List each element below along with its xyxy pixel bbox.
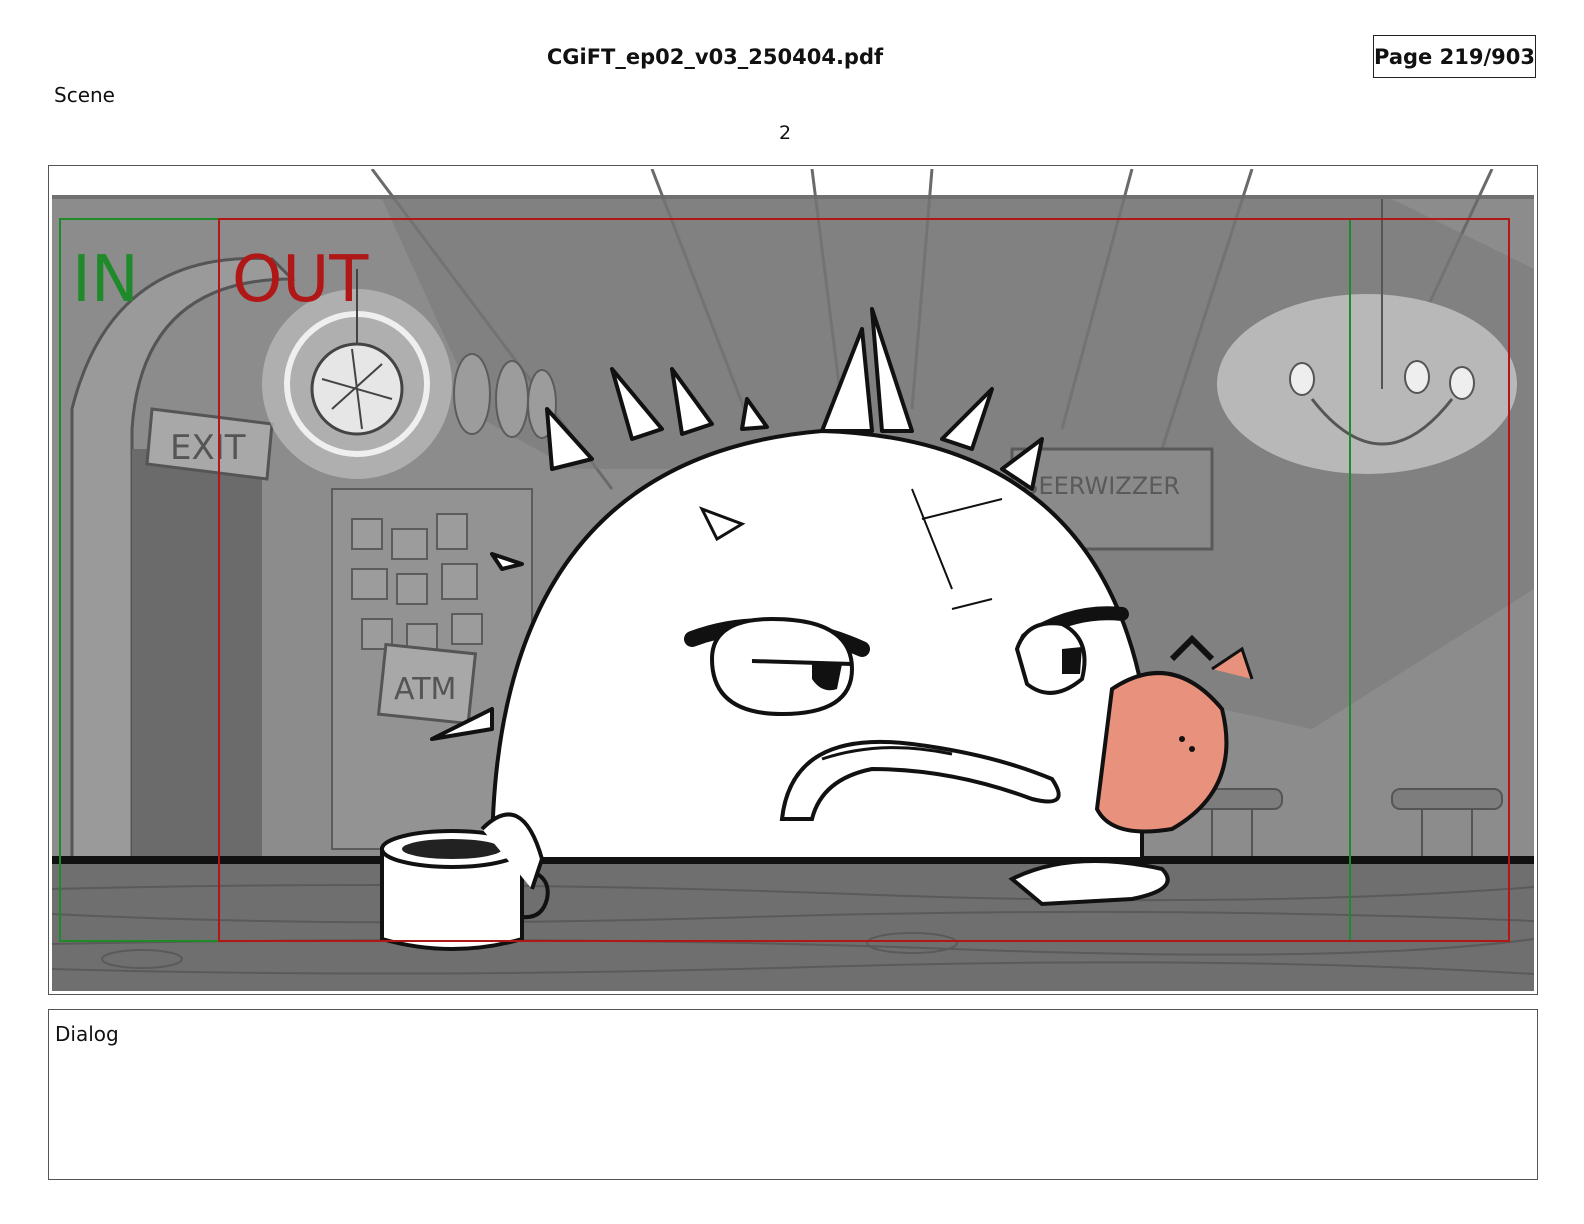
scene-label: Scene: [54, 83, 115, 107]
top-white-strip: [52, 169, 1534, 197]
svg-text:EXIT: EXIT: [170, 428, 246, 468]
svg-text:BEERWIZZER: BEERWIZZER: [1022, 472, 1180, 500]
dialog-label: Dialog: [55, 1022, 119, 1046]
ceiling-line: [52, 195, 1534, 199]
document-title: CGiFT_ep02_v03_250404.pdf: [546, 45, 884, 69]
svg-text:ATM: ATM: [394, 672, 456, 707]
panel-artwork: EXIT ATM BEERWIZZER IN OUT: [52, 169, 1534, 991]
scene-number: 2: [778, 122, 792, 144]
out-label: OUT: [232, 243, 369, 317]
in-label: IN: [72, 243, 139, 317]
doorway: [132, 449, 262, 859]
storyboard-panel: EXIT ATM BEERWIZZER IN OUT: [48, 165, 1538, 995]
counter-wood: [52, 864, 1534, 991]
atm-sign: ATM: [376, 642, 478, 726]
page-indicator: Page 219/903: [1373, 35, 1536, 78]
dialog-box: Dialog: [48, 1009, 1538, 1180]
